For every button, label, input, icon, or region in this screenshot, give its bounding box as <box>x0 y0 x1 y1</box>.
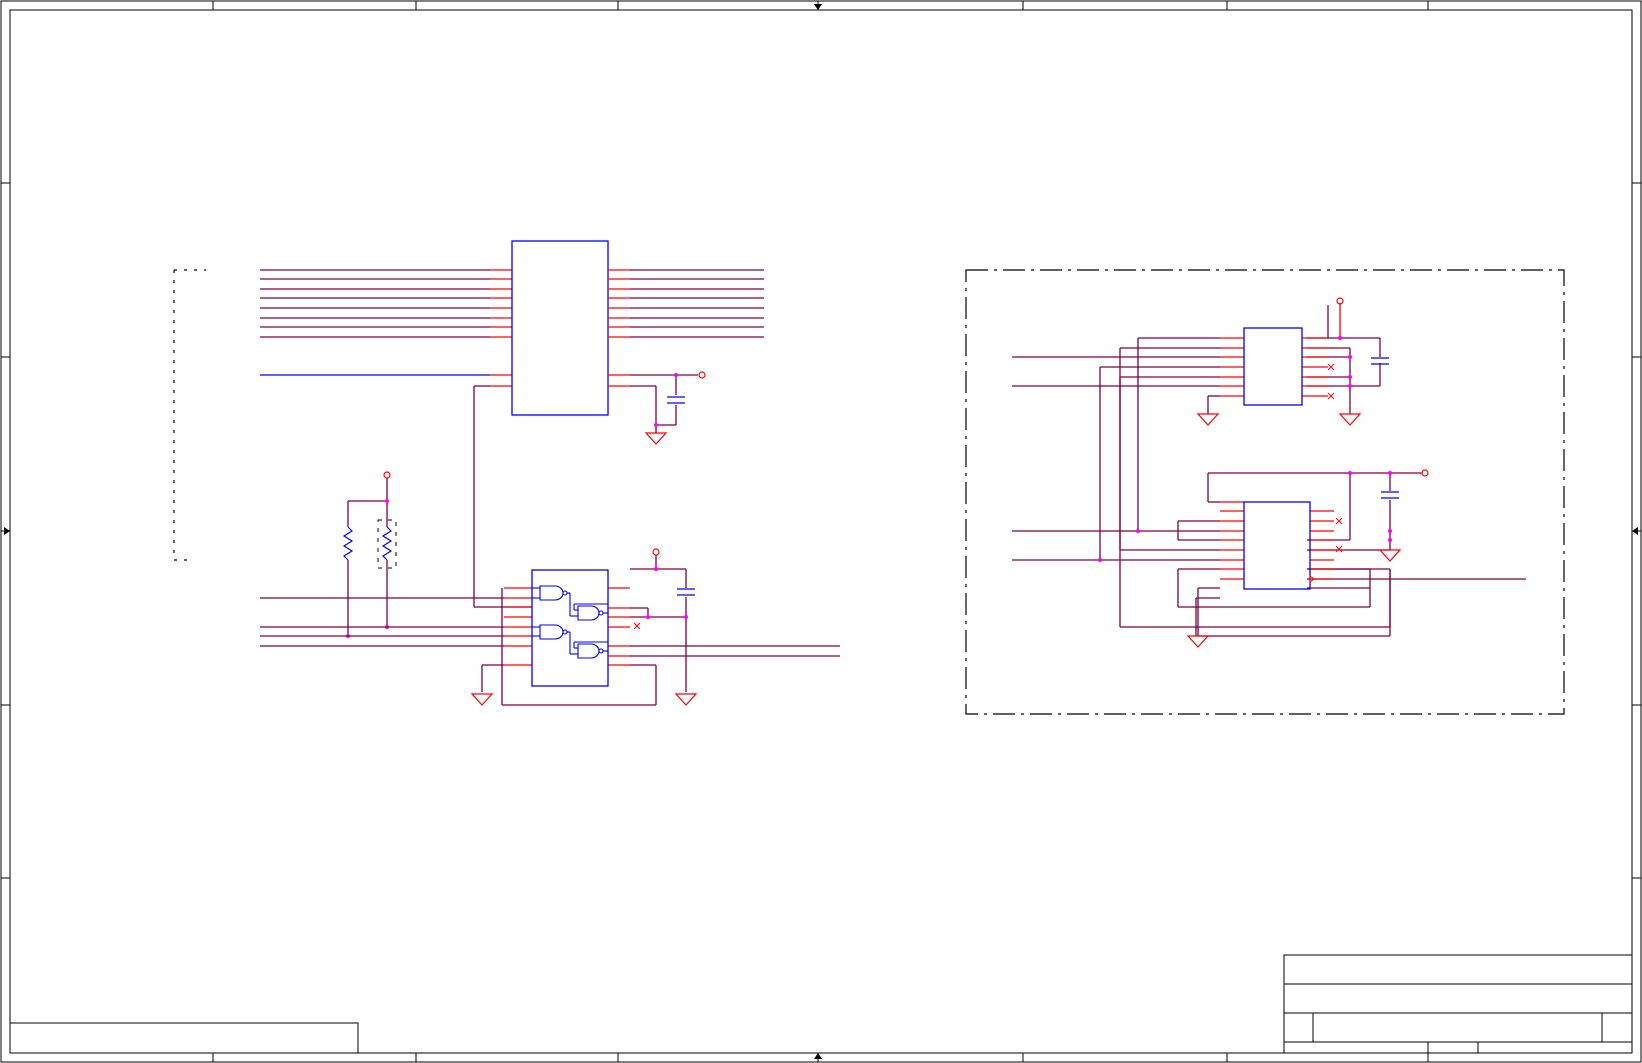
upper-right-ground-left <box>1196 413 1220 426</box>
gate-ic-body <box>531 569 609 687</box>
resistor-power-port <box>383 471 391 479</box>
junction <box>1388 471 1392 475</box>
buffer-power-port <box>698 371 706 379</box>
left-connector-group <box>173 269 206 561</box>
lower-right-ic-body <box>1243 501 1311 590</box>
buffer-output-wires <box>473 269 764 608</box>
resistor-symbol <box>381 526 393 561</box>
upper-right-ic-body <box>1243 327 1303 406</box>
junction <box>684 615 688 619</box>
outer-border <box>0 0 1642 1063</box>
resistor-symbol <box>342 526 354 561</box>
buffer-ground <box>644 432 668 445</box>
schematic-canvas <box>0 0 1642 1063</box>
junction <box>674 373 678 377</box>
right-function-block <box>965 269 1565 715</box>
drawing-frame <box>0 0 1642 1063</box>
junction <box>1098 558 1102 562</box>
lower-right-ic <box>1012 469 1526 648</box>
title-block <box>1283 954 1633 1054</box>
pull-up-resistors <box>342 471 397 638</box>
buffer-decoupling-capacitor <box>667 396 685 404</box>
junction <box>1348 355 1352 359</box>
gate-ic <box>260 548 840 706</box>
no-connect-marker <box>1335 517 1343 553</box>
gate-power-port <box>652 548 660 556</box>
nand-gates <box>532 585 608 659</box>
center-markers <box>4 4 1638 1059</box>
junction <box>1388 538 1392 542</box>
junction <box>1388 529 1392 533</box>
junction <box>1348 375 1352 379</box>
buffer-output-pins <box>608 269 630 387</box>
junction <box>1348 471 1352 475</box>
schematic-sheet <box>0 0 1642 1063</box>
gate-ground-left <box>470 693 494 706</box>
no-connect-marker <box>1327 363 1335 400</box>
junction <box>385 499 389 503</box>
upper-right-ground-right <box>1338 413 1362 426</box>
buffer-input-pins <box>490 269 512 387</box>
buffer-input-wires <box>260 269 490 338</box>
lower-right-ground-left <box>1186 635 1210 648</box>
gate-ground-right <box>674 693 698 706</box>
lower-right-ground-right <box>1378 549 1402 562</box>
junction <box>1136 529 1140 533</box>
lower-right-decoupling-capacitor <box>1381 491 1399 499</box>
gate-decoupling-capacitor <box>677 588 695 596</box>
junction <box>646 615 650 619</box>
junction <box>1348 384 1352 388</box>
junction <box>1338 336 1342 340</box>
no-connect-marker <box>633 622 641 630</box>
junction <box>654 423 658 427</box>
notes-box <box>9 1022 359 1054</box>
buffer-ic <box>260 240 764 608</box>
buffer-ic-body <box>511 240 609 416</box>
upper-right-ic <box>1012 297 1391 628</box>
junction <box>654 567 658 571</box>
lower-right-power-port <box>1421 469 1429 477</box>
